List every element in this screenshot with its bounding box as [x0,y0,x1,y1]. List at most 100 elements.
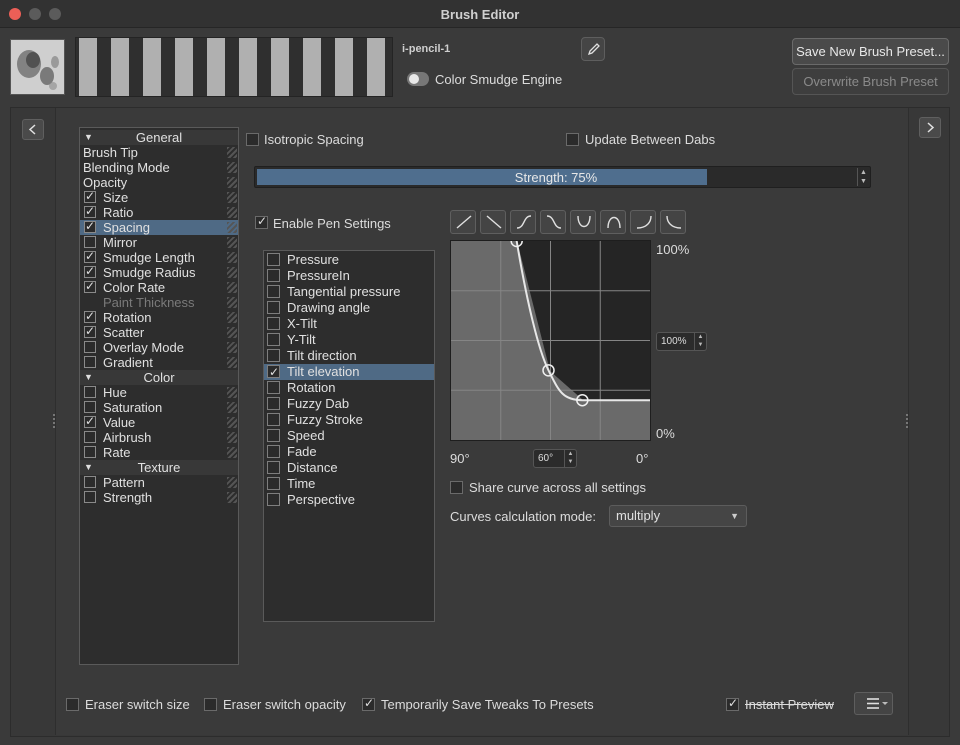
option-item[interactable]: Saturation [80,400,238,415]
sensor-item[interactable]: Y-Tilt [264,332,434,348]
sensor-checkbox[interactable] [267,413,280,426]
option-checkbox[interactable] [84,279,96,294]
curve-x-value-stepper[interactable]: 60° ▲ ▼ [533,449,577,468]
option-checkbox[interactable] [84,431,96,443]
curve-preset-reverse-s-curve[interactable] [540,210,566,234]
option-checkbox[interactable] [84,446,96,458]
sensor-checkbox[interactable] [267,333,280,346]
update-between-dabs-checkbox[interactable] [566,133,579,146]
curve-preset-reverse-linear[interactable] [480,210,506,234]
option-checkbox[interactable] [84,264,96,279]
enable-pen-settings-checkbox[interactable] [255,214,268,229]
option-item[interactable]: Pattern [80,475,238,490]
sensor-checkbox[interactable] [267,301,280,314]
sensor-checkbox[interactable] [267,285,280,298]
curve-preset-concave-curve[interactable] [660,210,686,234]
option-checkbox[interactable] [84,249,96,264]
sensor-checkbox[interactable] [267,477,280,490]
option-checkbox[interactable] [84,236,96,248]
sensor-item[interactable]: Fade [264,444,434,460]
brush-thumbnail[interactable] [10,39,65,95]
curve-graph[interactable] [451,234,650,440]
curve-preset-s-curve[interactable] [510,210,536,234]
sensor-item[interactable]: Rotation [264,380,434,396]
option-checkbox[interactable] [84,341,96,353]
sensor-item[interactable]: Fuzzy Dab [264,396,434,412]
sensor-item[interactable]: Pressure [264,252,434,268]
option-item[interactable]: Value [80,414,238,430]
option-item[interactable]: Airbrush [80,430,238,445]
sensor-checkbox[interactable] [267,381,280,394]
option-checkbox[interactable] [84,401,96,413]
option-item[interactable]: Scatter [80,324,238,340]
sensor-item[interactable]: Distance [264,460,434,476]
collapse-left-button[interactable] [22,119,44,140]
option-item[interactable]: Overlay Mode [80,340,238,355]
instant-preview-checkbox[interactable] [726,696,739,711]
option-checkbox[interactable] [84,324,96,339]
option-item[interactable]: Smudge Radius [80,264,238,280]
overwrite-preset-button[interactable]: Overwrite Brush Preset [792,68,949,95]
sensor-item[interactable]: Perspective [264,492,434,508]
save-new-preset-button[interactable]: Save New Brush Preset... [792,38,949,65]
option-item[interactable]: Smudge Length [80,249,238,265]
sensor-checkbox[interactable] [267,445,280,458]
edit-name-button[interactable] [581,37,605,61]
sensor-checkbox[interactable] [267,429,280,442]
curve-y-value-stepper[interactable]: 100% ▲ ▼ [656,332,707,351]
sensor-item[interactable]: Fuzzy Stroke [264,412,434,428]
strength-stepper[interactable]: ▲ ▼ [857,168,869,186]
right-splitter-handle[interactable] [906,414,908,428]
option-item[interactable]: Strength [80,490,238,505]
eraser-switch-opacity-checkbox[interactable] [204,698,217,711]
engine-toggle-switch[interactable] [407,72,429,86]
sensor-checkbox[interactable] [267,364,280,380]
curve-preset-arch-curve[interactable] [600,210,626,234]
option-item[interactable]: Brush Tip [80,145,238,160]
option-checkbox[interactable] [84,189,96,204]
option-item[interactable]: Gradient [80,355,238,370]
sensor-item[interactable]: Time [264,476,434,492]
calc-mode-select[interactable]: multiply ▼ [609,505,747,527]
options-menu-button[interactable] [854,692,893,715]
eraser-switch-size-checkbox[interactable] [66,698,79,711]
sensor-item[interactable]: Tilt direction [264,348,434,364]
curve-editor[interactable] [450,234,651,441]
sensor-checkbox[interactable] [267,461,280,474]
option-group-header[interactable]: ▼ Color [80,370,238,385]
sensor-checkbox[interactable] [267,493,280,506]
sensor-item[interactable]: PressureIn [264,268,434,284]
sensor-item[interactable]: Tilt elevation [264,364,434,380]
strength-slider[interactable]: Strength: 75% ▲ ▼ [254,166,871,188]
sensor-item[interactable]: Drawing angle [264,300,434,316]
temp-save-tweaks-checkbox[interactable] [362,696,375,711]
curve-preset-convex-curve[interactable] [630,210,656,234]
curve-preset-linear[interactable] [450,210,476,234]
option-checkbox[interactable] [84,356,96,368]
option-checkbox[interactable] [84,204,96,219]
curve-preset-u-curve[interactable] [570,210,596,234]
isotropic-spacing-checkbox[interactable] [246,133,259,146]
option-item[interactable]: Hue [80,385,238,400]
option-item[interactable]: Ratio [80,204,238,220]
option-checkbox[interactable] [84,491,96,503]
option-checkbox[interactable] [84,414,96,429]
sensor-checkbox[interactable] [267,349,280,362]
option-checkbox[interactable] [84,219,96,234]
option-item[interactable]: Rotation [80,309,238,325]
option-group-header[interactable]: ▼ General [80,130,238,145]
option-item[interactable]: Rate [80,445,238,460]
sensor-item[interactable]: Tangential pressure [264,284,434,300]
option-item[interactable]: Size [80,189,238,205]
sensor-item[interactable]: Speed [264,428,434,444]
sensor-checkbox[interactable] [267,269,280,282]
option-checkbox[interactable] [84,309,96,324]
option-checkbox[interactable] [84,476,96,488]
option-group-header[interactable]: ▼ Texture [80,460,238,475]
sensor-checkbox[interactable] [267,397,280,410]
option-item[interactable]: Opacity [80,175,238,190]
left-splitter-handle[interactable] [53,414,55,428]
sensor-item[interactable]: X-Tilt [264,316,434,332]
option-item[interactable]: Blending Mode [80,160,238,175]
option-item[interactable]: Mirror [80,235,238,250]
